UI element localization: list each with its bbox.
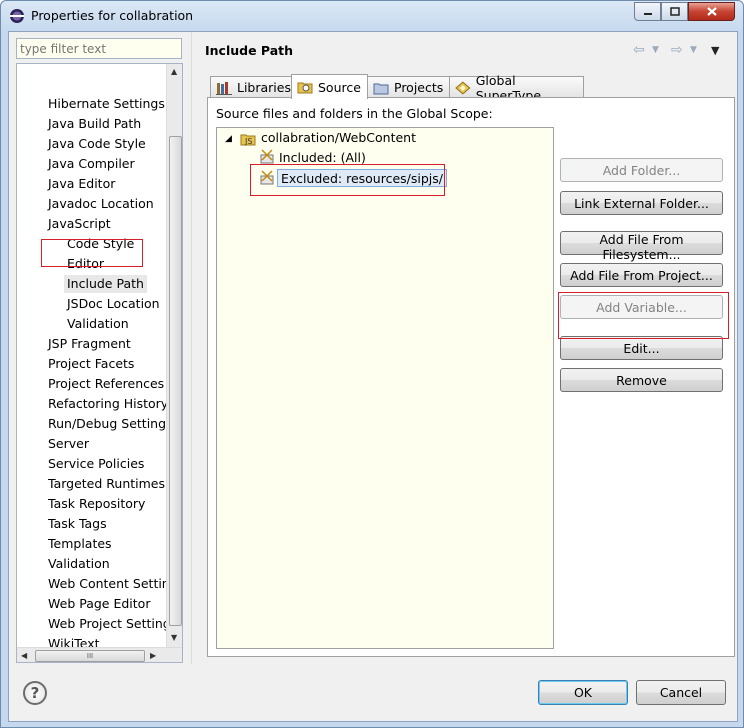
link-external-folder-button[interactable]: Link External Folder... (560, 191, 723, 215)
ok-button[interactable]: OK (538, 680, 628, 705)
tab-libraries[interactable]: Libraries (210, 76, 292, 98)
nav-item[interactable]: Include Path (64, 275, 147, 293)
window-title: Properties for collabration (31, 8, 194, 23)
tree-excluded-filter[interactable]: Excluded: resources/sipjs/ (277, 169, 447, 187)
title-bar[interactable]: Properties for collabration (1, 1, 743, 31)
nav-item[interactable]: Hibernate Settings (48, 95, 165, 113)
add-folder-button[interactable]: Add Folder... (560, 158, 723, 182)
tab-projects[interactable]: Projects (367, 76, 450, 98)
close-button[interactable] (688, 2, 735, 21)
edit-button[interactable]: Edit... (560, 336, 723, 360)
tab-label: Libraries (237, 80, 291, 95)
nav-item[interactable]: JSP Fragment (48, 335, 131, 353)
add-variable-button[interactable]: Add Variable... (560, 295, 723, 319)
nav-item[interactable]: Templates (48, 535, 112, 553)
pane-sash[interactable] (191, 32, 192, 664)
tab-source[interactable]: Source (291, 74, 368, 99)
tree-included-filter[interactable]: Included: (All) (279, 149, 366, 167)
back-menu-icon[interactable]: ▼ (652, 45, 659, 55)
tree-expand-icon[interactable]: ◢ (225, 130, 232, 148)
minimize-button[interactable] (634, 2, 661, 21)
nav-item[interactable]: Java Code Style (48, 135, 146, 153)
inclusion-filter-icon (260, 149, 274, 164)
nav-item[interactable]: Validation (67, 315, 129, 333)
nav-horizontal-scrollbar[interactable]: ◀ III ▶ (17, 647, 182, 662)
forward-menu-icon[interactable]: ▼ (690, 45, 697, 55)
tab-global-supertype[interactable]: Global SuperType (449, 73, 584, 103)
filter-input[interactable] (16, 38, 182, 59)
nav-scroll-thumb[interactable] (169, 136, 182, 626)
nav-item[interactable]: JavaScript (48, 215, 111, 233)
source-section-label: Source files and folders in the Global S… (216, 106, 493, 121)
nav-item[interactable]: Task Repository (48, 495, 145, 513)
nav-item[interactable]: Code Style (67, 235, 134, 253)
view-menu-icon[interactable]: ▼ (711, 44, 719, 57)
eclipse-app-icon (10, 9, 24, 23)
nav-item[interactable]: Web Project Settings (48, 615, 177, 633)
cancel-button[interactable]: Cancel (636, 680, 726, 705)
scroll-up-icon[interactable]: ▲ (171, 67, 177, 76)
nav-item[interactable]: Web Page Editor (48, 595, 150, 613)
nav-item[interactable]: Service Policies (48, 455, 144, 473)
forward-arrow-icon[interactable]: ⇨ (671, 42, 683, 58)
remove-button[interactable]: Remove (560, 368, 723, 392)
nav-item[interactable]: Run/Debug Settings (48, 415, 173, 433)
property-page-tree: Hibernate Settings Java Build Path Java Co… (16, 63, 183, 663)
nav-item[interactable]: Java Build Path (48, 115, 141, 133)
minimize-icon (643, 12, 652, 15)
nav-item[interactable]: Javadoc Location (48, 195, 154, 213)
tab-label: Source (318, 79, 361, 95)
dialog-client: Hibernate Settings Java Build Path Java Co… (8, 31, 738, 722)
scroll-left-icon[interactable]: ◀ (21, 651, 27, 660)
global-supertype-icon (455, 80, 471, 95)
tab-label: Projects (394, 80, 444, 95)
nav-item[interactable]: Refactoring History (48, 395, 168, 413)
properties-window: Properties for collabration Hibernate Se… (0, 0, 744, 728)
hscroll-grip: III (86, 652, 94, 660)
close-icon (706, 7, 717, 16)
scroll-down-icon[interactable]: ▼ (171, 633, 177, 642)
add-file-from-project-button[interactable]: Add File From Project... (560, 263, 723, 287)
nav-item[interactable]: Editor (67, 255, 104, 273)
nav-item[interactable]: Validation (48, 555, 110, 573)
nav-item[interactable]: Project Facets (48, 355, 134, 373)
maximize-button[interactable] (661, 2, 688, 21)
help-icon[interactable]: ? (23, 681, 47, 705)
maximize-icon (669, 7, 680, 16)
source-icon (297, 82, 313, 94)
nav-item[interactable]: Targeted Runtimes (48, 475, 165, 493)
nav-item[interactable]: Server (48, 435, 89, 453)
exclusion-filter-icon (260, 170, 274, 185)
page-title: Include Path (205, 43, 294, 58)
nav-item[interactable]: JSDoc Location (67, 295, 160, 313)
source-tree[interactable]: ◢ JS collabration/WebContent Included: (… (216, 127, 554, 649)
libraries-icon (216, 81, 232, 95)
svg-text:JS: JS (244, 137, 252, 146)
nav-item[interactable]: Web Content Settings (48, 575, 182, 593)
source-folder-icon: JS (240, 134, 256, 146)
tree-root-folder[interactable]: collabration/WebContent (261, 129, 416, 147)
nav-vertical-scrollbar[interactable]: ▲ ▼ (166, 64, 182, 647)
add-file-from-filesystem-button[interactable]: Add File From Filesystem... (560, 231, 723, 262)
back-arrow-icon[interactable]: ⇦ (633, 42, 645, 58)
source-tab-panel: Source files and folders in the Global S… (207, 97, 735, 657)
nav-item[interactable]: Java Editor (48, 175, 115, 193)
nav-item[interactable]: Task Tags (48, 515, 107, 533)
nav-item[interactable]: Java Compiler (48, 155, 135, 173)
projects-icon (373, 83, 389, 94)
scroll-right-icon[interactable]: ▶ (150, 651, 156, 660)
nav-hscroll-thumb[interactable]: III (35, 650, 145, 662)
nav-item[interactable]: Project References (48, 375, 164, 393)
